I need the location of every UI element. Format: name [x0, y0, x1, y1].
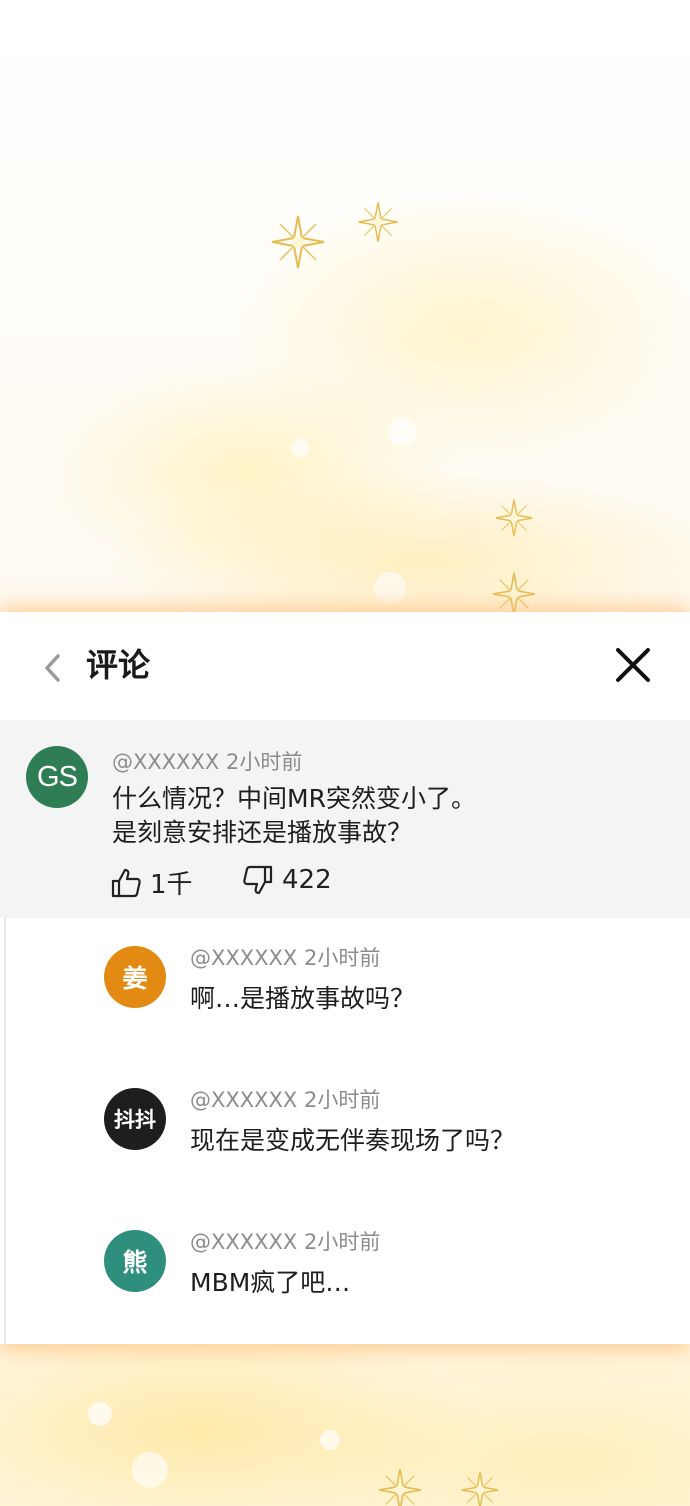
chevron-left-icon: [45, 654, 60, 682]
avatar-initials: 姜: [122, 964, 148, 993]
sparkle-icon: [495, 499, 533, 537]
avatar[interactable]: 抖抖: [104, 1088, 166, 1150]
comment-text-line-1: 什么情况？中间MR突然变小了。: [112, 784, 476, 813]
like-count: 1千: [150, 870, 193, 900]
comment-username[interactable]: @XXXXXX: [112, 750, 219, 774]
reply-time: 2小时前: [304, 946, 381, 970]
avatar-initials: GS: [37, 760, 78, 793]
panel-header: 评论: [0, 612, 690, 720]
reply-list: 姜 @XXXXXX 2小时前 啊…是播放事故吗？ 抖抖 @XXXXXX 2小时前…: [4, 918, 690, 1344]
sparkle-icon: [492, 572, 536, 616]
reply-username[interactable]: @XXXXXX: [190, 1230, 297, 1254]
avatar[interactable]: 熊: [104, 1230, 166, 1292]
main-comment: GS @XXXXXX 2小时前 什么情况？中间MR突然变小了。 是刻意安排还是播…: [0, 720, 690, 918]
close-button[interactable]: [612, 644, 654, 686]
close-icon: [616, 648, 650, 682]
reply-item: 抖抖 @XXXXXX 2小时前 现在是变成无伴奏现场了吗？: [6, 1060, 690, 1202]
dislike-count: 422: [282, 865, 332, 895]
reply-meta: @XXXXXX 2小时前: [190, 944, 380, 972]
sparkle-icon: [378, 1468, 422, 1506]
reply-item: 姜 @XXXXXX 2小时前 啊…是播放事故吗？: [6, 918, 690, 1060]
dislike-button[interactable]: 422: [242, 864, 332, 896]
comment-time: 2小时前: [226, 750, 303, 774]
avatar-initials: 抖抖: [114, 1108, 156, 1132]
reply-username[interactable]: @XXXXXX: [190, 946, 297, 970]
thumbs-down-icon: [243, 865, 273, 895]
reply-meta: @XXXXXX 2小时前: [190, 1086, 380, 1114]
comment-meta: @XXXXXX 2小时前: [112, 748, 302, 776]
avatar-initials: 熊: [122, 1248, 148, 1277]
reply-time: 2小时前: [304, 1088, 381, 1112]
sparkle-icon: [461, 1471, 499, 1506]
reply-item: 熊 @XXXXXX 2小时前 MBM疯了吧…: [6, 1202, 690, 1344]
reply-text: MBM疯了吧…: [190, 1268, 351, 1297]
reply-time: 2小时前: [304, 1230, 381, 1254]
reply-username[interactable]: @XXXXXX: [190, 1088, 297, 1112]
reply-meta: @XXXXXX 2小时前: [190, 1228, 380, 1256]
panel-title: 评论: [86, 646, 151, 684]
comments-panel: 评论 GS @XXXXXX 2小时前 什么情况？中间MR突然变小了。 是刻意安排…: [0, 612, 690, 1344]
sparkle-icon: [271, 215, 325, 269]
reply-text: 现在是变成无伴奏现场了吗？: [190, 1126, 516, 1155]
comment-text-line-2: 是刻意安排还是播放事故？: [112, 818, 413, 847]
sparkle-icon: [357, 201, 399, 243]
reply-text: 啊…是播放事故吗？: [190, 984, 416, 1013]
avatar[interactable]: GS: [26, 746, 88, 808]
like-button[interactable]: 1千: [110, 864, 193, 901]
avatar[interactable]: 姜: [104, 946, 166, 1008]
thumbs-up-icon: [111, 868, 141, 897]
back-button[interactable]: [36, 648, 68, 688]
